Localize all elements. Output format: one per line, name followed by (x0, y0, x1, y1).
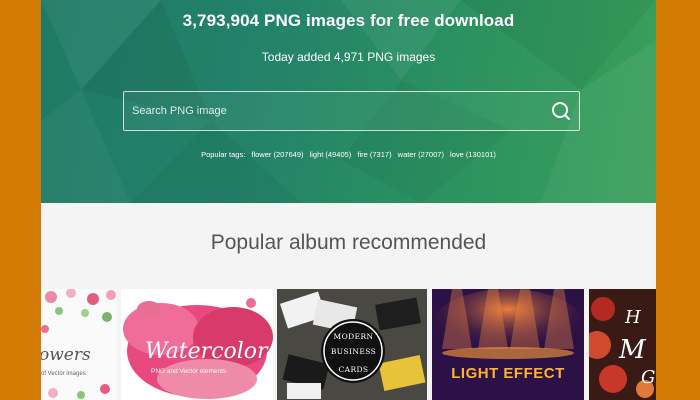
tag-fire[interactable]: fire (7317) (357, 150, 391, 159)
page-frame: 3,793,904 PNG images for free download T… (41, 0, 656, 400)
tag-flower[interactable]: flower (207649) (251, 150, 303, 159)
hero-title: 3,793,904 PNG images for free download (182, 11, 515, 30)
album-title-line: G (641, 367, 656, 388)
business-cards-image (277, 289, 427, 400)
album-title-line: M (619, 335, 646, 365)
album-title-line: CARDS (338, 365, 369, 374)
album-title: owers (41, 345, 91, 365)
album-title-line: H (625, 307, 641, 328)
album-card-flowers[interactable]: owers of Vector images (41, 289, 117, 400)
album-card-business-cards[interactable]: MODERN BUSINESS CARDS (277, 289, 427, 400)
album-title-line: MODERN (333, 332, 374, 341)
album-card-light-effect[interactable]: LIGHT EFFECT (432, 289, 584, 400)
album-card-watercolor[interactable]: Watercolor PNG and Vector elements (121, 289, 273, 400)
search-input[interactable] (132, 92, 532, 130)
tag-light[interactable]: light (49405) (310, 150, 352, 159)
album-title-line: BUSINESS (330, 347, 377, 356)
tag-water[interactable]: water (27007) (398, 150, 444, 159)
album-title: Watercolor (145, 339, 268, 364)
album-subtitle: of Vector images (41, 371, 86, 377)
popular-tags: Popular tags: flower (207649) light (494… (41, 150, 656, 159)
search-icon[interactable] (551, 101, 571, 121)
stage-lights-image (432, 289, 584, 400)
popular-tags-label: Popular tags: (201, 150, 246, 159)
section-title: Popular album recommended (210, 231, 487, 254)
album-card-greeting[interactable]: H M G (589, 289, 656, 400)
hero-subtitle: Today added 4,971 PNG images (261, 50, 436, 64)
album-title: LIGHT EFFECT (451, 365, 565, 382)
album-subtitle: PNG and Vector elements (151, 368, 227, 375)
hero-banner: 3,793,904 PNG images for free download T… (41, 0, 656, 203)
tag-love[interactable]: love (130101) (450, 150, 496, 159)
search-box (123, 91, 580, 131)
